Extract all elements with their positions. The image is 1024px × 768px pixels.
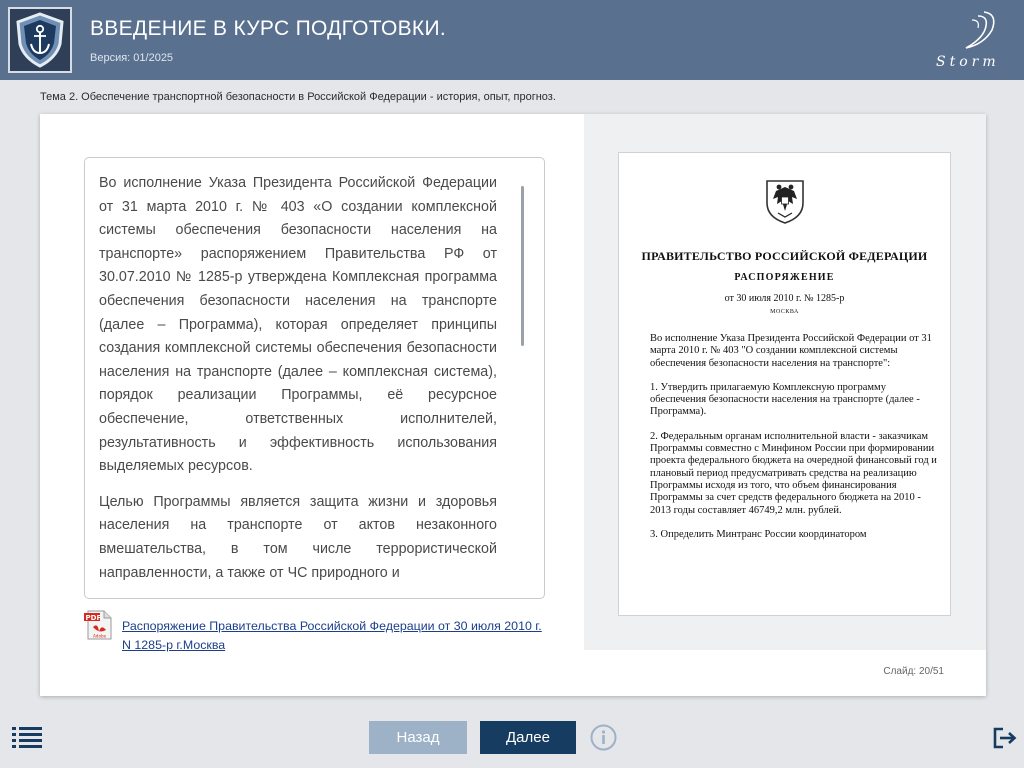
- scrollbar-thumb[interactable]: [521, 186, 524, 346]
- storm-brand-logo: Storm: [936, 11, 1000, 70]
- info-icon[interactable]: [590, 724, 617, 751]
- document-type: РАСПОРЯЖЕНИЕ: [734, 272, 835, 283]
- document-date: от 30 июля 2010 г. № 1285-р: [724, 293, 845, 304]
- pdf-document-link[interactable]: PDF Adobe Распоряжение Правительства Рос…: [84, 610, 544, 654]
- exit-icon[interactable]: [993, 727, 1017, 749]
- document-body: Во исполнение Указа Президента Российско…: [650, 333, 940, 553]
- text-content: Во исполнение Указа Президента Российско…: [99, 172, 497, 597]
- pdf-link-text[interactable]: Распоряжение Правительства Российской Фе…: [122, 617, 542, 655]
- next-button[interactable]: Далее: [480, 721, 576, 754]
- document-paragraph: 1. Утвердить прилагаемую Комплексную про…: [650, 381, 920, 418]
- document-city: МОСКВА: [770, 309, 799, 315]
- svg-text:PDF: PDF: [86, 614, 102, 622]
- svg-text:Adobe: Adobe: [93, 634, 107, 639]
- version-label: Версия: 01/2025: [90, 52, 174, 64]
- document-paragraph: 2. Федеральным органам исполнительной вл…: [650, 430, 937, 516]
- topic-title: Тема 2. Обеспечение транспортной безопас…: [40, 91, 556, 103]
- course-title: ВВЕДЕНИЕ В КУРС ПОДГОТОВКИ.: [90, 17, 446, 40]
- content-card: Во исполнение Указа Президента Российско…: [40, 114, 986, 696]
- anchor-shield-icon: [16, 12, 64, 68]
- document-government-title: ПРАВИТЕЛЬСТВО РОССИЙСКОЙ ФЕДЕРАЦИИ: [641, 249, 928, 263]
- course-logo: [8, 7, 72, 73]
- menu-list-icon[interactable]: [12, 726, 44, 748]
- document-paragraph: 3. Определить Минтранс России координато…: [650, 528, 867, 540]
- pdf-adobe-icon: PDF Adobe: [84, 610, 112, 640]
- document-image: ПРАВИТЕЛЬСТВО РОССИЙСКОЙ ФЕДЕРАЦИИ РАСПО…: [618, 152, 951, 616]
- header-bar: ВВЕДЕНИЕ В КУРС ПОДГОТОВКИ. Версия: 01/2…: [0, 0, 1024, 80]
- back-button[interactable]: Назад: [369, 721, 467, 754]
- text-paragraph: Во исполнение Указа Президента Российско…: [99, 175, 497, 475]
- brand-text: Storm: [936, 54, 1000, 70]
- document-preview-panel: ПРАВИТЕЛЬСТВО РОССИЙСКОЙ ФЕДЕРАЦИИ РАСПО…: [584, 114, 986, 650]
- text-scroll-box[interactable]: Во исполнение Указа Президента Российско…: [84, 157, 545, 599]
- slide-counter: Слайд: 20/51: [883, 666, 944, 677]
- coat-of-arms-icon: [766, 180, 804, 224]
- text-paragraph: Целью Программы является защита жизни и …: [99, 493, 497, 581]
- document-paragraph: Во исполнение Указа Президента Российско…: [650, 333, 932, 369]
